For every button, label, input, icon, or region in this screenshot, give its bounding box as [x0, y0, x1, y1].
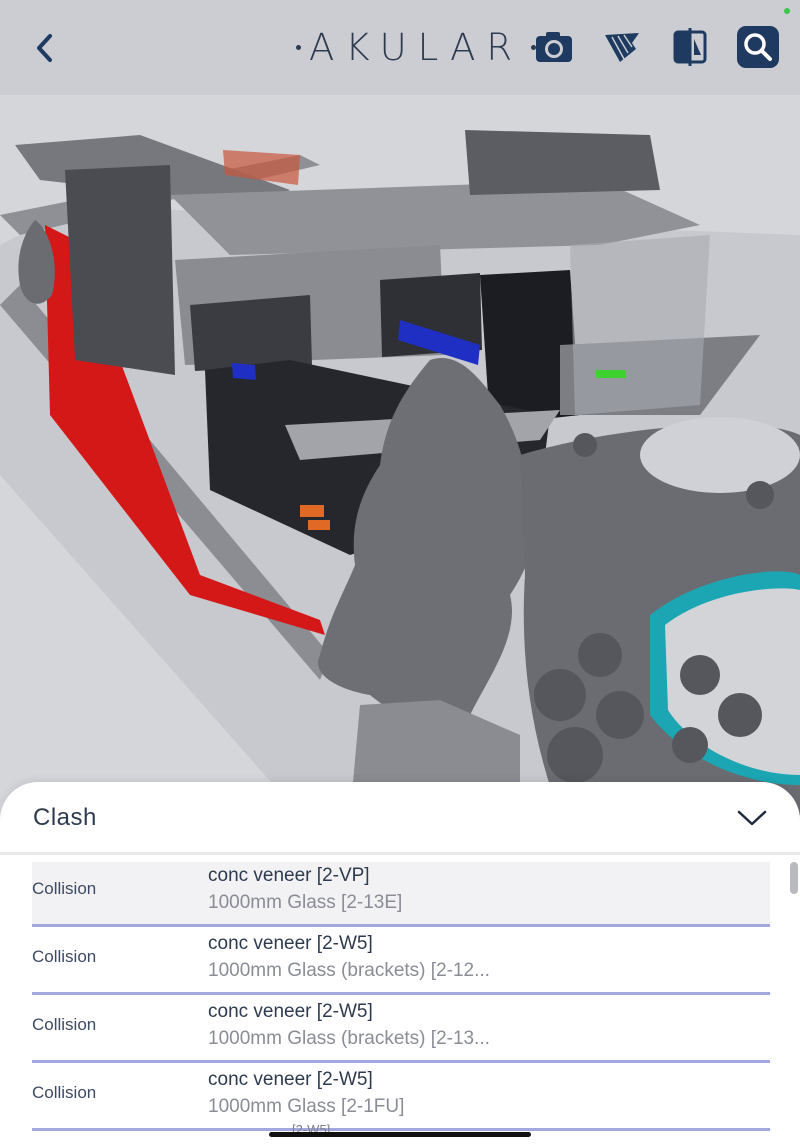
- clash-element-a: conc veneer [2-W5]: [208, 1001, 373, 1022]
- clash-type: Collision: [32, 879, 97, 898]
- clash-list-item[interactable]: Collision conc veneer [2-W5] 1000mm Glas…: [32, 930, 770, 995]
- back-button[interactable]: [28, 28, 64, 68]
- clash-type: Collision: [32, 1015, 97, 1034]
- clash-panel-header: Clash: [0, 782, 800, 855]
- clash-list-item[interactable]: Collision conc veneer [2-W5] 1000mm Glas…: [32, 998, 770, 1063]
- search-button[interactable]: [737, 26, 779, 68]
- clash-list-item[interactable]: Collision conc veneer [2-VP] 1000mm Glas…: [32, 862, 770, 927]
- camera-icon: [536, 32, 572, 62]
- clash-element-a: conc veneer [2-W5]: [208, 1069, 373, 1090]
- split-view-icon: [673, 28, 707, 66]
- chevron-down-icon: [737, 810, 767, 826]
- chevron-left-icon: [37, 34, 52, 62]
- clash-list: Collision conc veneer [2-VP] 1000mm Glas…: [32, 862, 770, 1134]
- home-indicator[interactable]: [269, 1132, 531, 1137]
- clash-element-a: conc veneer [2-VP]: [208, 865, 370, 886]
- camera-button[interactable]: [534, 27, 574, 67]
- clash-type: Collision: [32, 1083, 97, 1102]
- building-model-render: [0, 95, 800, 815]
- collapse-panel-button[interactable]: [734, 804, 770, 832]
- 3d-model-viewport[interactable]: [0, 95, 800, 815]
- logo-text: AKULAR: [309, 25, 524, 69]
- markup-button[interactable]: [602, 27, 642, 67]
- clash-element-b: 1000mm Glass [2-13E]: [208, 892, 403, 913]
- search-icon: [744, 33, 772, 61]
- top-bar: AKULAR: [0, 0, 800, 96]
- clash-element-b: 1000mm Glass (brackets) [2-12...: [208, 960, 490, 981]
- clash-element-a: conc veneer [2-W5]: [208, 933, 373, 954]
- flag-icon: [605, 33, 639, 62]
- clash-panel: Clash Collision conc veneer [2-VP] 1000m…: [0, 782, 800, 1145]
- clash-panel-title: Clash: [33, 804, 97, 831]
- akular-logo: AKULAR: [292, 24, 540, 70]
- clash-element-b: 1000mm Glass [2-1FU]: [208, 1096, 405, 1117]
- clash-element-b: 1000mm Glass (brackets) [2-13...: [208, 1028, 490, 1049]
- clash-type: Collision: [32, 947, 97, 966]
- compare-button[interactable]: [670, 27, 710, 67]
- clash-list-scrollbar[interactable]: [790, 862, 798, 894]
- clash-list-item[interactable]: Collision conc veneer [2-W5] 1000mm Glas…: [32, 1066, 770, 1131]
- status-indicator-dot: [784, 8, 790, 14]
